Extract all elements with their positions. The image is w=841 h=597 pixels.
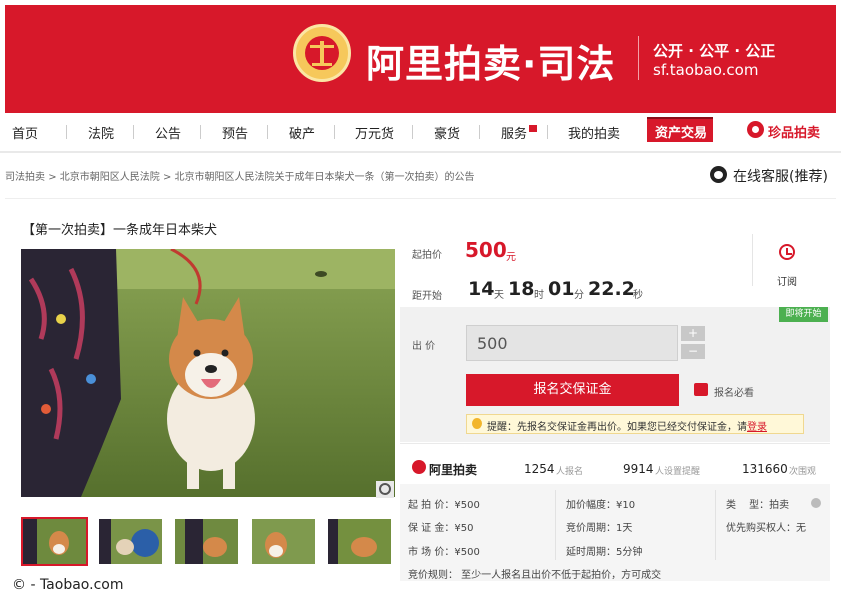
signup-label: 人报名 <box>556 467 584 477</box>
detail-priority-label: 优先购买权人 <box>726 523 786 534</box>
bid-label: 出 价 <box>412 341 436 352</box>
reminder-message: 提醒：先报名交保证金再出价。如果您已经交付保证金，请 <box>487 422 747 433</box>
reminder-text: 提醒：先报名交保证金再出价。如果您已经交付保证金，请登录 <box>487 418 767 433</box>
decrease-bid-button[interactable]: − <box>681 344 705 359</box>
nav-home[interactable]: 首页 <box>12 123 38 142</box>
breadcrumb-separator: > <box>162 172 172 183</box>
countdown-minutes: 01 <box>548 278 575 300</box>
nav-divider <box>133 125 134 139</box>
nav-divider <box>200 125 201 139</box>
nav-divider <box>479 125 480 139</box>
status-badge: 即将开始 <box>779 307 828 322</box>
nav-my-auctions[interactable]: 我的拍卖 <box>568 123 620 142</box>
breadcrumb-link-court[interactable]: 北京市朝阳区人民法院 <box>60 172 160 183</box>
ali-auction-logo: 阿里拍卖 <box>429 463 478 477</box>
divider <box>400 443 830 444</box>
court-emblem-icon <box>293 24 351 82</box>
header-divider <box>638 36 639 80</box>
subscribe-divider <box>752 234 753 286</box>
brand-title[interactable]: 阿里拍卖·司法 <box>366 33 615 88</box>
nav-luxury[interactable]: 豪货 <box>434 123 460 142</box>
detail-priority: 优先购买权人：无 <box>726 519 806 534</box>
treasure-auction-icon <box>747 121 764 138</box>
nav-service[interactable]: 服务 <box>501 123 537 142</box>
hot-badge-icon <box>529 125 537 132</box>
breadcrumb-link-judicial[interactable]: 司法拍卖 <box>5 172 45 183</box>
detail-type: 类 型：拍卖 <box>726 500 790 511</box>
detail-deposit: 保 证 金：¥50 <box>408 523 474 534</box>
countdown-seconds-unit: 秒 <box>633 290 643 301</box>
view-count: 131660 <box>742 462 788 476</box>
main-nav <box>0 113 841 153</box>
signup-count: 1254 <box>524 462 555 476</box>
nav-10k-goods[interactable]: 万元货 <box>355 123 394 142</box>
start-price-value: 500 <box>465 238 507 262</box>
nav-asset-trading[interactable]: 资产交易 <box>647 117 713 142</box>
nav-notice[interactable]: 公告 <box>155 123 181 142</box>
countdown-hours-unit: 时 <box>534 290 544 301</box>
thumbnail-2[interactable] <box>99 519 162 564</box>
nav-divider <box>66 125 67 139</box>
login-link[interactable]: 登录 <box>747 422 767 433</box>
clock-icon[interactable] <box>779 244 795 260</box>
detail-start-price: 起 拍 价：¥500 <box>408 500 480 511</box>
reminder-count: 9914 <box>623 462 654 476</box>
breadcrumb-separator: > <box>48 172 57 183</box>
detail-priority-value: ：无 <box>786 523 806 534</box>
header-domain: sf.taobao.com <box>653 61 759 79</box>
customer-service-icon[interactable] <box>710 166 727 183</box>
thumbnail-5[interactable] <box>328 519 391 564</box>
thumbnail-4[interactable] <box>252 519 315 564</box>
start-price-label: 起拍价 <box>412 250 442 261</box>
help-icon[interactable] <box>811 498 821 508</box>
bid-amount-input[interactable]: 500 <box>466 325 678 361</box>
nav-bankruptcy[interactable]: 破产 <box>289 123 315 142</box>
nav-service-label: 服务 <box>501 127 528 142</box>
nav-divider <box>547 125 548 139</box>
nav-court[interactable]: 法院 <box>88 123 114 142</box>
detail-increment: 加价幅度：¥10 <box>566 500 636 511</box>
nav-treasure-auction[interactable]: 珍品拍卖 <box>768 122 820 141</box>
countdown-hours: 18 <box>508 278 535 300</box>
subscribe-button[interactable]: 订阅 <box>777 273 797 288</box>
breadcrumb-current: 北京市朝阳区人民法院关于成年日本柴犬一条（第一次拍卖）的公告 <box>174 172 475 183</box>
nav-divider <box>412 125 413 139</box>
customer-service-link[interactable]: 在线客服(推荐) <box>733 166 828 186</box>
ali-auction-logo-icon <box>412 460 426 474</box>
countdown-seconds: 22.2 <box>588 278 635 300</box>
detail-market-price: 市 场 价：¥500 <box>408 547 480 558</box>
item-title: 【第一次拍卖】一条成年日本柴犬 <box>22 223 218 238</box>
detail-divider <box>715 490 716 560</box>
nav-preview[interactable]: 预告 <box>222 123 248 142</box>
countdown-days: 14 <box>468 278 495 300</box>
detail-bid-cycle: 竞价周期：1天 <box>566 523 633 534</box>
register-deposit-button[interactable]: 报名交保证金 <box>466 374 679 406</box>
item-main-photo[interactable] <box>21 249 395 497</box>
guide-icon <box>694 383 708 396</box>
price-unit: 元 <box>506 252 516 263</box>
reminder-notice: 提醒：先报名交保证金再出价。如果您已经交付保证金，请登录 <box>466 414 804 434</box>
nav-divider <box>334 125 335 139</box>
must-read-link[interactable]: 报名必看 <box>714 384 754 399</box>
breadcrumb: 司法拍卖 > 北京市朝阳区人民法院 > 北京市朝阳区人民法院关于成年日本柴犬一条… <box>5 168 475 183</box>
image-caption: © - Taobao.com <box>12 577 124 593</box>
lightbulb-icon <box>472 418 482 429</box>
reminder-label: 人设置提醒 <box>655 467 701 477</box>
nav-asset-trading-label: 资产交易 <box>655 126 708 141</box>
thumbnail-1[interactable] <box>21 517 88 566</box>
countdown-label: 距开始 <box>412 291 442 302</box>
view-label: 次围观 <box>789 467 817 477</box>
header-motto: 公开 · 公平 · 公正 <box>653 42 776 60</box>
detail-rules: 竞价规则： 至少一人报名且出价不低于起拍价，方可成交 <box>408 570 662 581</box>
countdown-days-unit: 天 <box>494 290 504 301</box>
increase-bid-button[interactable]: + <box>681 326 705 341</box>
thumbnail-3[interactable] <box>175 519 238 564</box>
zoom-icon[interactable] <box>376 481 394 498</box>
nav-divider <box>267 125 268 139</box>
divider <box>5 198 836 199</box>
detail-delay-cycle: 延时周期：5分钟 <box>566 547 643 558</box>
countdown-minutes-unit: 分 <box>574 290 584 301</box>
detail-divider <box>555 490 556 560</box>
